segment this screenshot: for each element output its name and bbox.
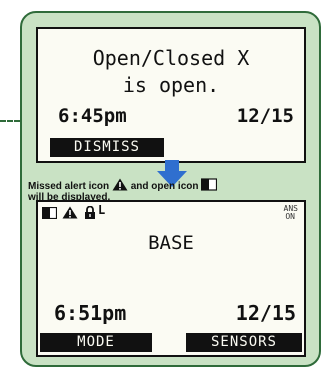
open-icon — [201, 178, 218, 195]
alert-date: 12/15 — [236, 105, 294, 127]
lock-suffix-label: L — [98, 203, 106, 217]
home-screen: L ANS ON BASE 6:51pm 12/15 MODE SENSORS — [36, 200, 306, 357]
alert-screen: Open/Closed X is open. 6:45pm 12/15 DISM… — [36, 27, 306, 163]
instruction-card: Open/Closed X is open. 6:45pm 12/15 DISM… — [20, 11, 321, 367]
mode-display: BASE — [148, 232, 194, 254]
alert-icon — [62, 204, 78, 223]
sensors-softkey[interactable]: SENSORS — [186, 333, 302, 352]
leader-line — [0, 120, 20, 122]
mode-softkey[interactable]: MODE — [40, 333, 152, 352]
alert-message-line1: Open/Closed X — [92, 46, 250, 70]
home-date: 12/15 — [235, 301, 296, 325]
alert-icon — [112, 178, 128, 195]
alert-time: 6:45pm — [58, 105, 127, 127]
note-text-part2: and open icon — [130, 181, 199, 192]
answering-machine-status: ON — [285, 212, 295, 221]
home-time: 6:51pm — [54, 301, 127, 325]
alert-message-line2: is open. — [122, 73, 220, 97]
lock-icon — [84, 204, 96, 223]
open-icon — [41, 204, 58, 223]
dismiss-softkey[interactable]: DISMISS — [50, 138, 164, 157]
